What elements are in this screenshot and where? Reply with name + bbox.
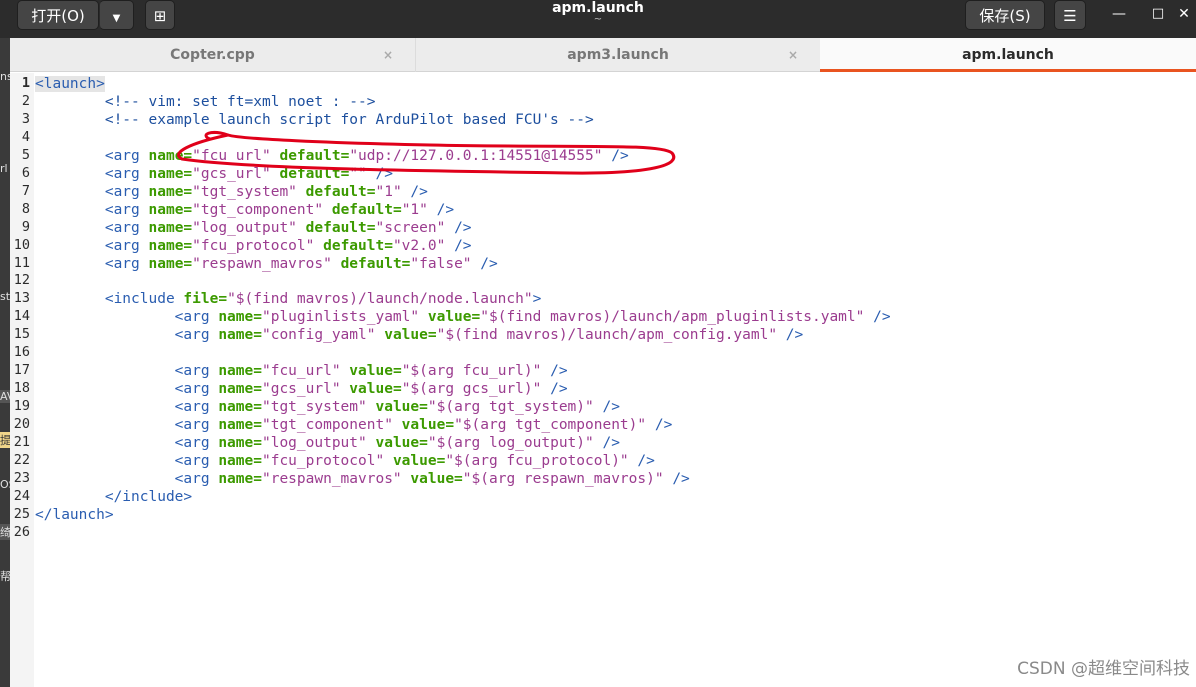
watermark: CSDN @超维空间科技 [1017,659,1190,679]
strip-text: OS [0,478,10,491]
tab-label: apm3.launch [567,47,669,63]
menu-icon: ☰ [1063,7,1077,25]
strip-text: rl [0,162,8,175]
strip-text: 提 [0,432,10,448]
header-bar: 打开(O) ▼ ⊞ apm.launch ~ 保存(S) ☰ — □ ✕ [0,0,1196,38]
strip-text: 绮 [0,524,10,540]
close-icon[interactable]: × [1164,38,1174,72]
strip-text: 帮 [0,570,10,583]
strip-text: AV [0,390,10,403]
text-editor[interactable]: 1 2 3 4 5 6 7 8 9 10 11 12 13 14 15 16 17 18 19 20 21 22 23 24 2… [10,73,1196,687]
hamburger-menu-button[interactable]: ☰ [1054,0,1086,30]
background-window-strip: ns rl st AV 提 OS 绮 帮 [0,38,10,687]
tab-label: apm.launch [962,47,1054,63]
close-icon[interactable]: × [383,38,393,72]
tab-copter-cpp[interactable]: Copter.cpp × [10,38,415,72]
save-button[interactable]: 保存(S) [965,0,1045,30]
strip-text: st [0,290,10,303]
close-icon[interactable]: ✕ [1174,6,1194,22]
minimize-icon[interactable]: — [1109,6,1129,22]
tab-apm-launch[interactable]: apm.launch × [820,38,1196,72]
maximize-icon[interactable]: □ [1148,6,1168,21]
strip-text: ns [0,70,10,83]
tab-apm3-launch[interactable]: apm3.launch × [415,38,820,72]
tab-bar: Copter.cpp × apm3.launch × apm.launch × [10,38,1196,72]
red-annotation-ellipse [177,131,676,175]
close-icon[interactable]: × [788,38,798,72]
tab-label: Copter.cpp [170,47,255,63]
